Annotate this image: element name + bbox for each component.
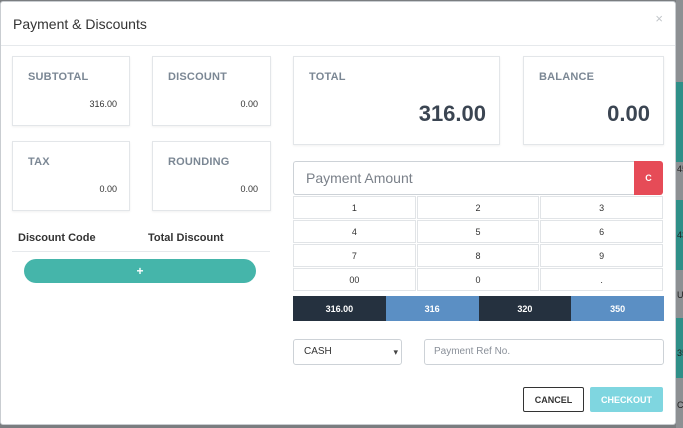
total-label: TOTAL [309, 71, 346, 83]
balance-value: 0.00 [607, 101, 650, 126]
cancel-button[interactable]: CANCEL [523, 387, 584, 412]
subtotal-value: 316.00 [89, 99, 117, 109]
quick-amount-button[interactable]: 316.00 [293, 296, 386, 321]
keypad-key-1[interactable]: 1 [293, 196, 416, 219]
tax-label: TAX [28, 156, 50, 168]
rounding-value: 0.00 [240, 184, 258, 194]
keypad-key-2[interactable]: 2 [416, 196, 540, 219]
rounding-label: ROUNDING [168, 156, 230, 168]
add-discount-button[interactable]: + [24, 259, 256, 283]
rounding-card: ROUNDING 0.00 [152, 141, 271, 211]
discount-code-header: Discount Code [18, 232, 96, 244]
payment-method-select[interactable]: CASH ▾ [293, 339, 402, 365]
chevron-down-icon: ▾ [393, 347, 398, 357]
keypad-key-0[interactable]: 0 [416, 268, 540, 291]
discount-label: DISCOUNT [168, 71, 228, 83]
background-tile [676, 82, 683, 162]
quick-amount-button[interactable]: 316 [385, 296, 479, 321]
background-text: 43 [677, 230, 683, 240]
keypad-key-decimal[interactable]: . [540, 268, 663, 291]
modal-title: Payment & Discounts [13, 16, 147, 32]
keypad-key-8[interactable]: 8 [416, 244, 540, 267]
modal-header: Payment & Discounts × [1, 2, 675, 46]
subtotal-card: SUBTOTAL 316.00 [12, 56, 130, 126]
keypad-key-7[interactable]: 7 [293, 244, 416, 267]
payment-amount-input[interactable]: Payment Amount [293, 161, 635, 195]
total-value: 316.00 [418, 101, 486, 126]
keypad-key-6[interactable]: 6 [540, 220, 663, 243]
payment-ref-input[interactable]: Payment Ref No. [424, 339, 664, 365]
divider [12, 251, 270, 252]
discount-value: 0.00 [240, 99, 258, 109]
background-text: 35 [677, 348, 683, 358]
quick-amounts: 316.00 316 320 350 [293, 296, 664, 321]
tax-value: 0.00 [99, 184, 117, 194]
keypad-key-9[interactable]: 9 [540, 244, 663, 267]
payment-method-value: CASH [304, 346, 332, 357]
background-text: CP [677, 400, 683, 410]
quick-amount-button[interactable]: 320 [478, 296, 572, 321]
checkout-button[interactable]: CHECKOUT [590, 387, 663, 412]
numeric-keypad: 1 2 3 4 5 6 7 8 9 00 0 . [293, 196, 664, 292]
keypad-key-00[interactable]: 00 [293, 268, 416, 291]
quick-amount-button[interactable]: 350 [571, 296, 664, 321]
background-text: 45 [677, 164, 683, 174]
tax-card: TAX 0.00 [12, 141, 130, 211]
keypad-key-4[interactable]: 4 [293, 220, 416, 243]
clear-button[interactable]: C [634, 161, 663, 195]
balance-label: BALANCE [539, 71, 595, 83]
plus-icon: + [136, 264, 144, 278]
close-icon[interactable]: × [655, 11, 663, 26]
discount-card: DISCOUNT 0.00 [152, 56, 271, 126]
keypad-key-3[interactable]: 3 [540, 196, 663, 219]
background-text: U [677, 290, 683, 300]
total-discount-header: Total Discount [148, 232, 224, 244]
total-card: TOTAL 316.00 [293, 56, 500, 145]
keypad-key-5[interactable]: 5 [416, 220, 540, 243]
subtotal-label: SUBTOTAL [28, 71, 89, 83]
balance-card: BALANCE 0.00 [523, 56, 664, 145]
